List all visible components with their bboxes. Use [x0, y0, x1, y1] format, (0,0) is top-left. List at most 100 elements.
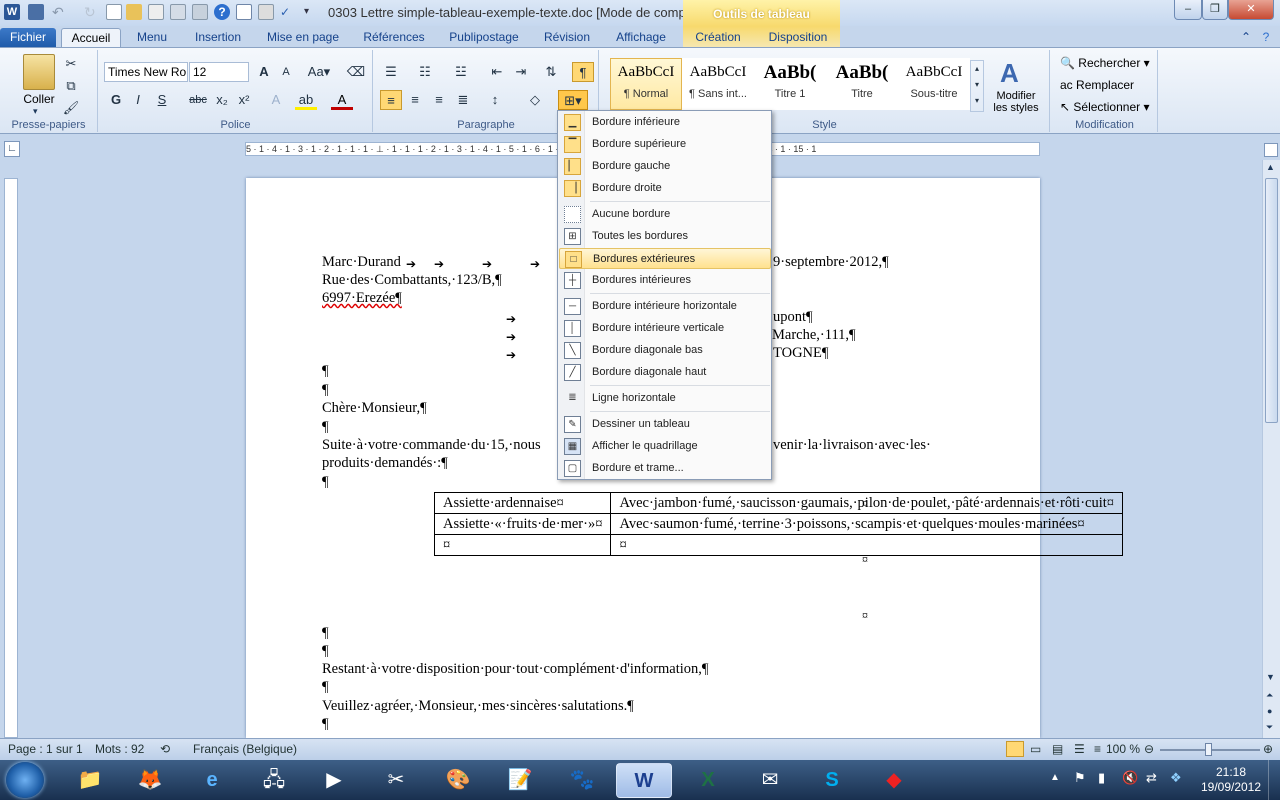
web-layout-view-icon[interactable]: ▤	[1052, 739, 1063, 759]
start-button[interactable]	[6, 762, 44, 798]
tray-dropbox-icon[interactable]: ❖	[1170, 770, 1182, 786]
sort-icon[interactable]: ⇅	[540, 62, 562, 82]
menu-item-bottom-border[interactable]: ▁ Bordure inférieure	[559, 112, 771, 133]
tab-insertion[interactable]: Insertion	[186, 28, 250, 48]
tab-menu[interactable]: Menu	[128, 28, 176, 48]
menu-item-outside-borders[interactable]: □ Bordures extérieures	[559, 248, 771, 269]
menu-item-view-gridlines[interactable]: ▦ Afficher le quadrillage	[559, 436, 771, 457]
browse-object-icon[interactable]: ●	[1267, 706, 1272, 716]
gimp-taskbar-icon[interactable]: 🐾	[554, 763, 610, 798]
word-taskbar-icon[interactable]: W	[616, 763, 672, 798]
tab-file[interactable]: Fichier	[0, 28, 56, 48]
scroll-thumb[interactable]	[1265, 178, 1278, 423]
draft-view-icon[interactable]: ≡	[1094, 739, 1101, 759]
show-desktop-button[interactable]	[1268, 760, 1280, 800]
increase-indent-icon[interactable]: ⇥	[510, 62, 532, 82]
borders-button[interactable]: ⊞▾	[558, 90, 588, 110]
text-effects-icon[interactable]: A	[265, 90, 287, 110]
tab-references[interactable]: Références	[356, 28, 432, 48]
scroll-up-icon[interactable]: ▲	[1266, 162, 1275, 172]
redo-icon[interactable]: ↻	[84, 4, 100, 20]
underline-button[interactable]: S	[151, 90, 173, 110]
menu-item-diagonal-up[interactable]: ╱ Bordure diagonale haut	[559, 362, 771, 383]
tab-mise-en-page[interactable]: Mise en page	[260, 28, 346, 48]
skype-taskbar-icon[interactable]: S	[804, 763, 860, 798]
print-layout-view-icon[interactable]	[1006, 741, 1024, 757]
styles-scroll-icon[interactable]: ▴ ▾ ▾	[970, 60, 984, 112]
email-icon[interactable]	[148, 4, 164, 20]
paste-icon[interactable]	[23, 54, 55, 90]
tab-revision[interactable]: Révision	[536, 28, 598, 48]
snipping-tool-taskbar-icon[interactable]: ✂	[368, 763, 424, 798]
menu-item-borders-shading[interactable]: ▢ Bordure et trame...	[559, 458, 771, 479]
menu-item-inside-vertical[interactable]: │ Bordure intérieure verticale	[559, 318, 771, 339]
menu-item-horizontal-line[interactable]: ≣ Ligne horizontale	[559, 388, 771, 409]
restore-button[interactable]: ❐	[1202, 0, 1228, 20]
style-title[interactable]: AaBb( Titre	[826, 58, 898, 110]
highlight-color-icon[interactable]: ab	[295, 90, 317, 110]
help-icon[interactable]: ?	[214, 4, 230, 20]
undo-icon[interactable]: ↶	[52, 4, 68, 20]
change-styles-button[interactable]: Modifier les styles	[988, 90, 1044, 114]
style-normal[interactable]: AaBbCcI ¶ Normal	[610, 58, 682, 110]
clear-formatting-icon[interactable]: ⌫	[345, 62, 367, 82]
print-icon[interactable]	[192, 4, 208, 20]
zoom-level[interactable]: 100 %	[1106, 739, 1140, 759]
media-player-taskbar-icon[interactable]: ▶	[306, 763, 362, 798]
align-center-button[interactable]: ≡	[404, 90, 426, 110]
tray-app-icon[interactable]: ⇄	[1146, 770, 1157, 786]
vertical-ruler[interactable]	[4, 178, 18, 738]
subscript-button[interactable]: x₂	[211, 90, 233, 110]
taskbar-clock[interactable]: 21:18 19/09/2012	[1196, 765, 1266, 795]
bold-button[interactable]: G	[105, 90, 127, 110]
grow-font-icon[interactable]: A	[253, 62, 275, 82]
multilevel-list-icon[interactable]: ☳	[450, 62, 472, 82]
previous-page-icon[interactable]: ⏶	[1266, 690, 1273, 701]
acrobat-taskbar-icon[interactable]: ◆	[866, 763, 922, 798]
zoom-slider-thumb[interactable]	[1205, 743, 1212, 756]
zoom-icon[interactable]	[258, 4, 274, 20]
minimize-ribbon-icon[interactable]: ⌃	[1238, 28, 1254, 48]
tray-expand-icon[interactable]: ▲	[1050, 772, 1060, 783]
thunderbird-taskbar-icon[interactable]: ✉	[742, 763, 798, 798]
paste-button[interactable]: Coller	[16, 92, 62, 106]
notepad-taskbar-icon[interactable]: 📝	[492, 763, 548, 798]
tab-accueil[interactable]: Accueil	[61, 28, 121, 48]
tab-publipostage[interactable]: Publipostage	[442, 28, 526, 48]
view-ruler-icon[interactable]	[1264, 143, 1278, 157]
outline-view-icon[interactable]: ☰	[1074, 739, 1085, 759]
excel-taskbar-icon[interactable]: X	[680, 763, 736, 798]
shrink-font-icon[interactable]: A	[275, 62, 297, 82]
tray-network-icon[interactable]: ▮	[1098, 770, 1105, 786]
superscript-button[interactable]: x²	[233, 90, 255, 110]
style-heading-1[interactable]: AaBb( Titre 1	[754, 58, 826, 110]
menu-item-all-borders[interactable]: ⊞ Toutes les bordures	[559, 226, 771, 247]
format-painter-icon[interactable]: 🖌	[60, 98, 82, 118]
zoom-out-icon[interactable]: ⊖	[1144, 739, 1154, 759]
tab-creation[interactable]: Création	[688, 28, 748, 48]
table-insert-icon[interactable]	[236, 4, 252, 20]
align-left-button[interactable]: ≡	[380, 90, 402, 110]
vertical-scrollbar[interactable]: ▲ ▼ ⏶ ● ⏷	[1262, 160, 1280, 738]
help-icon[interactable]: ?	[1258, 28, 1274, 48]
menu-item-no-border[interactable]: Aucune bordure	[559, 204, 771, 225]
close-button[interactable]: ✕	[1228, 0, 1274, 20]
select-button[interactable]: ↖ Sélectionner ▾	[1060, 100, 1149, 114]
table-cell[interactable]: Assiette·ardennaise¤	[433, 492, 612, 514]
proofing-icon[interactable]: ⟲	[160, 739, 170, 759]
tray-volume-icon[interactable]: 🔇	[1122, 770, 1138, 786]
cut-icon[interactable]: ✂	[60, 54, 82, 74]
firefox-taskbar-icon[interactable]: 🦊	[122, 763, 178, 798]
line-spacing-icon[interactable]: ↕	[484, 90, 506, 110]
copy-icon[interactable]: ⧉	[60, 76, 82, 96]
decrease-indent-icon[interactable]: ⇤	[486, 62, 508, 82]
internet-explorer-taskbar-icon[interactable]: e	[184, 763, 240, 798]
save-icon[interactable]	[28, 4, 44, 20]
page-count[interactable]: Page : 1 sur 1	[8, 739, 83, 759]
replace-button[interactable]: ac Remplacer	[1060, 78, 1134, 92]
language-indicator[interactable]: Français (Belgique)	[193, 739, 297, 759]
open-folder-icon[interactable]	[126, 4, 142, 20]
zoom-in-icon[interactable]: ⊕	[1263, 739, 1273, 759]
spelling-icon[interactable]: ✓	[280, 4, 296, 20]
tab-disposition[interactable]: Disposition	[760, 28, 836, 48]
